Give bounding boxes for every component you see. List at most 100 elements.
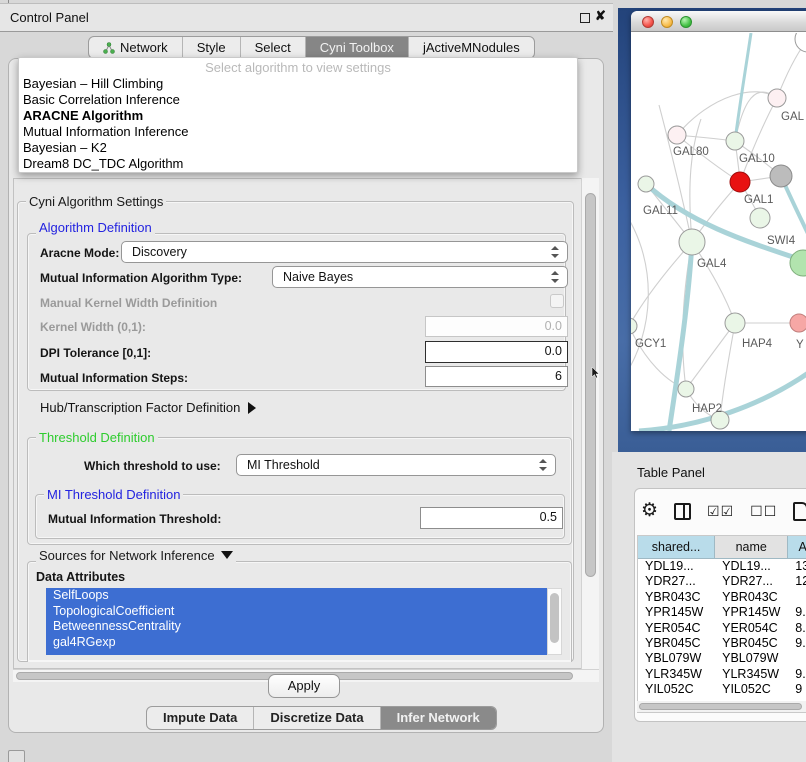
panel-title: Control Panel	[10, 10, 89, 25]
table-row[interactable]: YBR045C YBR045C 9.	[638, 636, 806, 651]
mi-steps-label: Mutual Information Steps:	[40, 371, 188, 385]
tab-discretize-data[interactable]: Discretize Data	[254, 707, 380, 729]
scrollbar-thumb[interactable]	[639, 703, 802, 710]
tab-network[interactable]: Network	[89, 37, 183, 58]
tab-jactivemnodules[interactable]: jActiveMNodules	[409, 37, 534, 58]
algorithm-option[interactable]: Bayesian – Hill Climbing	[19, 76, 577, 92]
gear-icon[interactable]: ⚙	[641, 501, 658, 521]
node-gal1[interactable]	[730, 172, 750, 192]
column-header-name[interactable]: name	[715, 536, 788, 558]
mi-type-label: Mutual Information Algorithm Type:	[40, 271, 242, 285]
control-panel-tabs: Network Style Select Cyni Toolbox jActiv…	[88, 36, 535, 59]
table-row[interactable]: YBL079W YBL079W	[638, 651, 806, 666]
algorithm-option[interactable]: Dream8 DC_TDC Algorithm	[19, 156, 577, 172]
node-table: shared... name A YDL19... YDL19... 13 YD…	[637, 535, 806, 713]
scrollbar-thumb[interactable]	[550, 593, 559, 643]
close-window-icon[interactable]	[642, 16, 654, 28]
node-label: Y	[796, 339, 804, 351]
algorithm-option[interactable]: Mutual Information Inference	[19, 124, 577, 140]
node-green[interactable]	[790, 250, 806, 276]
network-window-titlebar[interactable]	[631, 11, 806, 32]
new-table-icon[interactable]	[793, 502, 806, 521]
scrollbar-thumb[interactable]	[585, 193, 596, 577]
tab-cyni-toolbox[interactable]: Cyni Toolbox	[306, 37, 409, 58]
attribute-item-selected[interactable]: SelfLoops	[46, 588, 547, 604]
node-hap2[interactable]	[678, 381, 694, 397]
table-row[interactable]: YER054C YER054C 8.	[638, 621, 806, 636]
apply-button[interactable]: Apply	[268, 674, 340, 698]
attribute-list-scrollbar[interactable]	[547, 588, 562, 655]
node-gcy1[interactable]	[631, 318, 637, 334]
which-threshold-label: Which threshold to use:	[84, 459, 221, 473]
node-gal4[interactable]	[679, 229, 705, 255]
zoom-window-icon[interactable]	[680, 16, 692, 28]
expander-right-arrow-icon	[248, 402, 256, 414]
table-panel-title: Table Panel	[637, 465, 705, 480]
node-hap4[interactable]	[725, 313, 745, 333]
hub-definition-expander[interactable]: Hub/Transcription Factor Definition	[40, 400, 256, 415]
algorithm-option[interactable]: Bayesian – K2	[19, 140, 577, 156]
table-row[interactable]: YPR145W YPR145W 9.	[638, 605, 806, 620]
combo-stepper-icon	[551, 267, 561, 287]
algorithm-dropdown-list: Select algorithm to view settings Bayesi…	[18, 57, 578, 173]
attribute-item-selected[interactable]: TopologicalCoefficient	[46, 604, 547, 620]
settings-vertical-scrollbar[interactable]	[581, 178, 599, 669]
tab-impute-data[interactable]: Impute Data	[147, 707, 254, 729]
data-attributes-list[interactable]: SelfLoops TopologicalCoefficient Between…	[46, 588, 547, 655]
node-gal80[interactable]	[668, 126, 686, 144]
minimize-window-icon[interactable]	[661, 16, 673, 28]
sources-title[interactable]: Sources for Network Inference	[36, 548, 236, 563]
node-swi4[interactable]	[750, 208, 770, 228]
tab-style[interactable]: Style	[183, 37, 241, 58]
table-row[interactable]: YBR043C YBR043C	[638, 590, 806, 605]
attribute-item-selected[interactable]: gal4RGexp	[46, 635, 547, 651]
expander-down-arrow-icon	[221, 551, 233, 559]
table-row[interactable]: YLR345W YLR345W 9.	[638, 667, 806, 682]
split-columns-icon[interactable]	[674, 503, 691, 520]
node[interactable]	[795, 33, 806, 52]
minimized-panel-icon[interactable]	[8, 750, 25, 762]
mi-threshold-field[interactable]: 0.5	[420, 507, 563, 529]
aracne-mode-label: Aracne Mode:	[40, 246, 119, 260]
group-title: Cyni Algorithm Settings	[26, 194, 166, 209]
node-salmon[interactable]	[790, 314, 806, 332]
node-gal11[interactable]	[638, 176, 654, 192]
dpi-tolerance-field[interactable]: 0.0	[425, 341, 568, 363]
mi-algorithm-type-combo[interactable]: Naive Bayes	[272, 266, 568, 288]
column-header-third[interactable]: A	[788, 536, 806, 558]
data-attributes-label: Data Attributes	[36, 570, 125, 584]
network-canvas[interactable]: GAL GAL80 GAL10 GAL1 GAL11 SWI4 GAL4 GCY…	[631, 33, 806, 431]
node-label: GAL80	[673, 146, 709, 158]
table-row[interactable]: YIL052C YIL052C 9	[638, 682, 806, 697]
column-header-shared[interactable]: shared...	[638, 536, 715, 558]
unchecked-columns-icon[interactable]: ☐☐	[750, 503, 777, 520]
float-panel-icon[interactable]	[580, 13, 590, 23]
mi-steps-field[interactable]: 6	[425, 366, 568, 387]
node-gray[interactable]	[770, 165, 792, 187]
aracne-mode-combo[interactable]: Discovery	[121, 241, 568, 263]
kernel-width-label: Kernel Width (0,1):	[40, 320, 146, 334]
table-row[interactable]: YDL19... YDL19... 13	[638, 559, 806, 574]
kernel-width-field[interactable]: 0.0	[425, 316, 568, 337]
checked-columns-icon[interactable]: ☑☑	[707, 503, 734, 520]
node-gal[interactable]	[768, 89, 786, 107]
tab-infer-network[interactable]: Infer Network	[381, 707, 496, 729]
manual-kernel-checkbox[interactable]	[550, 294, 564, 308]
table-horizontal-scrollbar[interactable]	[637, 701, 806, 712]
algorithm-option[interactable]: Basic Correlation Inference	[19, 92, 577, 108]
algorithm-option-selected[interactable]: ARACNE Algorithm	[19, 108, 577, 124]
attribute-item-selected[interactable]: BetweennessCentrality	[46, 619, 547, 635]
tab-select[interactable]: Select	[241, 37, 306, 58]
table-row[interactable]: YDR27... YDR27... 12	[638, 574, 806, 589]
manual-kernel-label: Manual Kernel Width Definition	[40, 296, 217, 310]
table-header-row: shared... name A	[638, 536, 806, 559]
network-view-window[interactable]: GAL GAL80 GAL10 GAL1 GAL11 SWI4 GAL4 GCY…	[631, 11, 806, 431]
network-icon	[103, 42, 115, 54]
node-gal10[interactable]	[726, 132, 744, 150]
close-panel-icon[interactable]: ✘	[595, 8, 606, 24]
mi-threshold-label: Mutual Information Threshold:	[48, 512, 221, 526]
which-threshold-combo[interactable]: MI Threshold	[236, 454, 556, 476]
algorithm-definition-title: Algorithm Definition	[36, 220, 155, 235]
dpi-tolerance-label: DPI Tolerance [0,1]:	[40, 346, 151, 360]
node-label: GAL1	[744, 194, 773, 206]
